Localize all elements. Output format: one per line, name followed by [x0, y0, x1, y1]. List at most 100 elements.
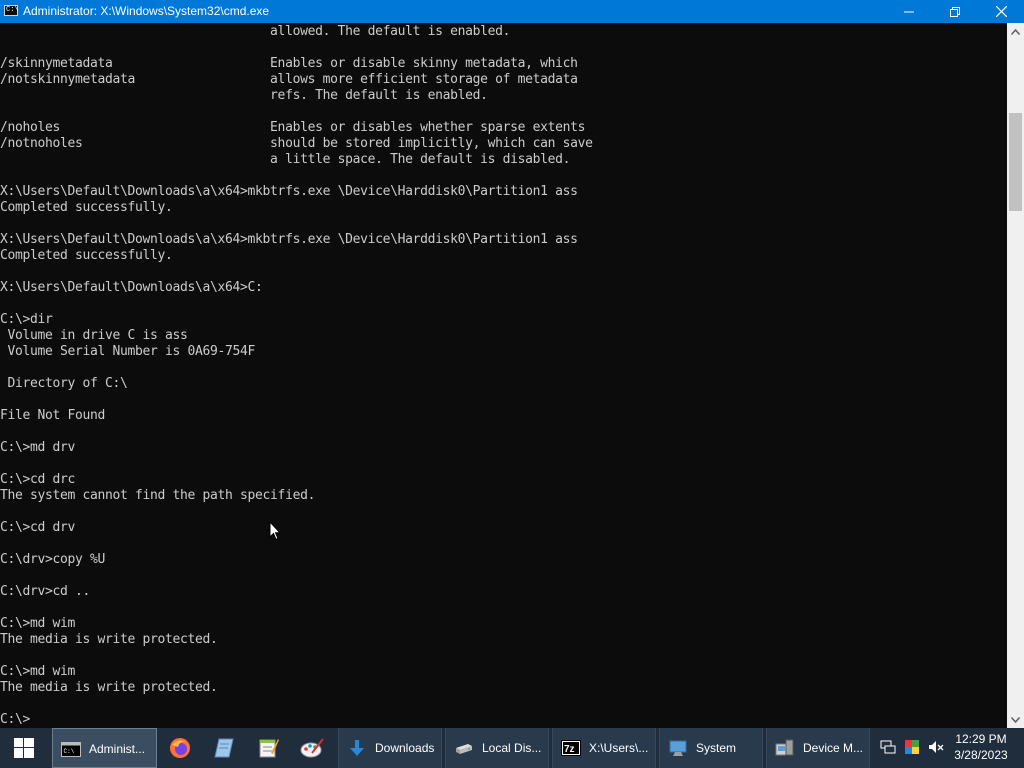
console-line: C:\>cd drc: [0, 472, 76, 487]
console-line: C:\>cd drv: [0, 520, 76, 535]
console-line: /skinnymetadata Enables or disable skinn…: [0, 56, 578, 71]
cmd-app-icon[interactable]: C:\: [4, 5, 19, 16]
notepadpp-icon: [259, 739, 279, 758]
close-icon: [995, 6, 1007, 17]
window-title: Administrator: X:\Windows\System32\cmd.e…: [23, 4, 270, 18]
console-line: allowed. The default is enabled.: [0, 24, 511, 39]
cmd-app-icon-text: C:\: [6, 6, 19, 14]
minimize-icon: [904, 11, 914, 12]
console-line: /noholes Enables or disables whether spa…: [0, 120, 586, 135]
clock-time: 12:29 PM: [955, 732, 1007, 746]
taskbar-item-label: Administ...: [89, 742, 146, 756]
7zip-icon: 7z: [561, 740, 581, 756]
console-line: Volume Serial Number is 0A69-754F: [0, 344, 256, 359]
system-icon: [669, 740, 687, 756]
console-line: C:\>: [0, 712, 31, 727]
svg-text:C:\: C:\: [64, 748, 75, 755]
console-line: The media is write protected.: [0, 632, 218, 647]
color-icon[interactable]: [903, 738, 921, 756]
restore-icon: [950, 6, 960, 17]
console-line: File Not Found: [0, 408, 106, 423]
console-line: X:\Users\Default\Downloads\a\x64>C:: [0, 280, 263, 295]
console-line: Volume in drive C is ass: [0, 328, 188, 343]
taskbar-item-device-manager[interactable]: Device M...: [766, 728, 870, 768]
taskbar-item-label: Local Dis...: [482, 741, 542, 755]
console-line: refs. The default is enabled.: [0, 88, 488, 103]
windows-logo-icon: [14, 738, 34, 758]
taskbar-item-downloads[interactable]: Downloads: [338, 728, 442, 768]
scroll-down-arrow-icon: [1011, 716, 1020, 723]
taskbar-clock[interactable]: 12:29 PM 3/28/2023: [946, 731, 1016, 763]
network-icon[interactable]: [879, 738, 897, 756]
paint-icon: [300, 738, 324, 758]
scroll-down-button[interactable]: [1007, 711, 1024, 728]
mouse-pointer-icon: [269, 520, 282, 546]
console-output-area[interactable]: allowed. The default is enabled. /skinnym…: [0, 23, 1007, 728]
console-line: Directory of C:\: [0, 376, 128, 391]
console-line: /notskinnymetadata allows more efficient…: [0, 72, 578, 87]
console-line: a little space. The default is disabled.: [0, 152, 571, 167]
console-line: /notnoholes should be stored implicitly,…: [0, 136, 593, 151]
taskbar-item-label: X:\Users\...: [589, 741, 649, 755]
console-line: C:\drv>cd ..: [0, 584, 91, 599]
taskbar: C:\ Administ... Downloads Local Dis... 7…: [0, 728, 1024, 768]
scroll-up-arrow-icon: [1011, 28, 1020, 35]
taskbar-item-label: Downloads: [375, 741, 435, 755]
close-button[interactable]: [978, 0, 1024, 23]
restore-button[interactable]: [932, 0, 978, 23]
taskbar-pinned-notepad[interactable]: [202, 728, 246, 768]
firefox-icon: [170, 738, 190, 758]
svg-text:7z: 7z: [564, 744, 575, 755]
start-button[interactable]: [0, 728, 48, 768]
scroll-thumb[interactable]: [1009, 113, 1022, 211]
taskbar-pinned-notepadpp[interactable]: [246, 728, 290, 768]
console-line: The system cannot find the path specifie…: [0, 488, 316, 503]
vertical-scrollbar[interactable]: [1007, 23, 1024, 728]
console-line: Completed successfully.: [0, 200, 173, 215]
console-line: Completed successfully.: [0, 248, 173, 263]
taskbar-item-7zip[interactable]: 7z X:\Users\...: [552, 728, 656, 768]
console-line: C:\>md wim: [0, 664, 76, 679]
notepad-icon: [214, 738, 234, 758]
taskbar-item-label: Device M...: [803, 741, 864, 755]
device-manager-icon: [775, 739, 794, 756]
taskbar-pinned-paint[interactable]: [290, 728, 334, 768]
taskbar-item-local-disk[interactable]: Local Dis...: [445, 728, 549, 768]
volume-muted-icon[interactable]: [927, 738, 945, 756]
console-line: C:\>dir: [0, 312, 53, 327]
taskbar-pinned-firefox[interactable]: [158, 728, 202, 768]
clock-date: 3/28/2023: [954, 748, 1008, 762]
minimize-button[interactable]: [886, 0, 932, 23]
console-text: allowed. The default is enabled. /skinnym…: [0, 24, 593, 728]
scroll-up-button[interactable]: [1007, 23, 1024, 40]
console-line: X:\Users\Default\Downloads\a\x64>mkbtrfs…: [0, 232, 578, 247]
taskbar-item-system[interactable]: System: [659, 728, 763, 768]
taskbar-item-cmd[interactable]: C:\ Administ...: [52, 728, 157, 768]
console-line: C:\drv>copy %U: [0, 552, 106, 567]
local-disk-icon: [456, 744, 472, 754]
downloads-folder-icon: [350, 740, 364, 756]
title-bar[interactable]: C:\ Administrator: X:\Windows\System32\c…: [0, 0, 1024, 23]
taskbar-item-label: System: [696, 741, 737, 755]
console-line: X:\Users\Default\Downloads\a\x64>mkbtrfs…: [0, 184, 578, 199]
console-line: The media is write protected.: [0, 680, 218, 695]
console-line: C:\>md drv: [0, 440, 76, 455]
console-line: C:\>md wim: [0, 616, 76, 631]
cmd-icon: C:\: [61, 742, 81, 757]
